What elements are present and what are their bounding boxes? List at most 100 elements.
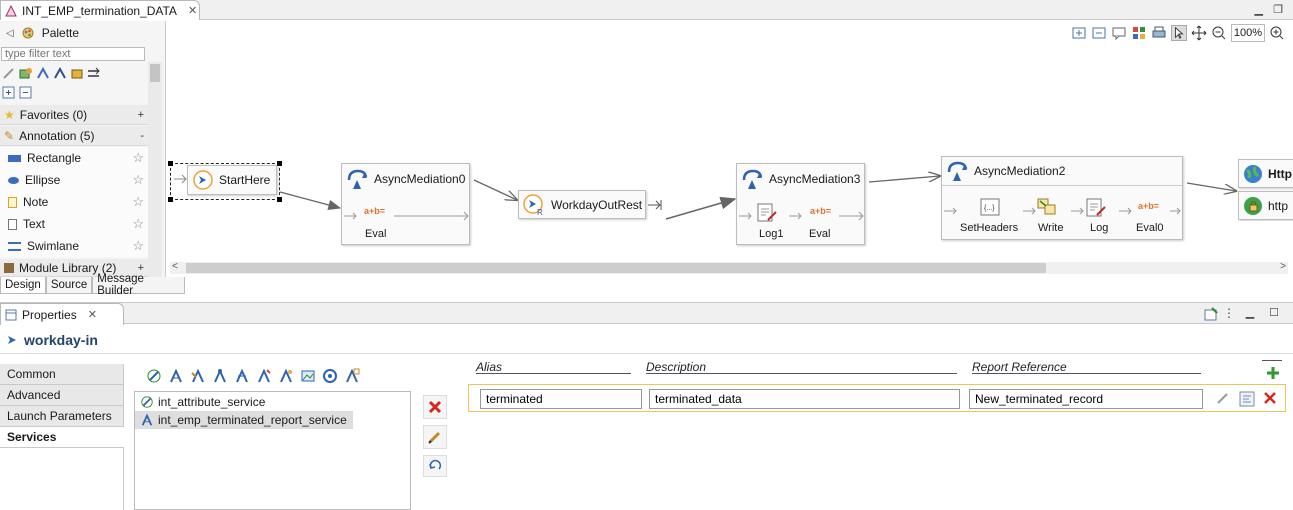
edit-service-button[interactable] [423,425,447,449]
report-service-icon[interactable] [168,368,184,384]
async-mediation-icon [347,169,368,189]
canvas-horizontal-scrollbar[interactable]: < > [170,261,1288,274]
list-item[interactable]: int_emp_terminated_report_service [135,411,353,429]
scroll-right-icon[interactable]: > [1280,261,1286,272]
connection-line[interactable] [473,179,517,200]
workday-in-icon [8,335,16,344]
delete-icon [428,400,442,414]
node-label: Http [1268,166,1292,181]
sequence-service-icon[interactable] [212,368,228,384]
node-start-here[interactable]: StartHere [187,165,277,195]
column-header-report-reference: Report Reference [972,360,1201,374]
refresh-service-button[interactable] [423,455,447,477]
pin-view-icon[interactable] [1203,306,1219,322]
minimize-icon[interactable]: ▁ [1243,306,1257,320]
node-workday-out-rest[interactable]: R WorkdayOutRest [518,190,646,219]
step-flow-line [344,211,469,221]
workday-out-icon: R [523,193,543,216]
tab-launch-parameters[interactable]: Launch Parameters [0,406,124,427]
step-label: SetHeaders [960,222,1019,234]
node-async-mediation-3[interactable]: AsyncMediation3 a+b= Log1 Eval [736,163,865,245]
step-label: Eval [809,228,831,240]
document-service-icon[interactable] [278,368,294,384]
properties-icon [5,309,17,320]
write-icon [1037,198,1056,215]
properties-tab-bar: Properties ✕ ⋮ ▁ ☐ [0,302,1293,325]
delete-row-icon[interactable] [1263,391,1277,405]
tab-common[interactable]: Common [0,364,124,385]
event-service-icon[interactable] [256,368,272,384]
set-headers-icon: {...} [980,198,1000,216]
component-title: workday-in [24,331,98,348]
column-header-alias: Alias [476,360,631,374]
pencil-icon [428,431,441,444]
list-item[interactable]: int_attribute_service [135,393,410,411]
node-label: AsyncMediation2 [974,164,1066,178]
node-label: WorkdayOutRest [551,197,643,212]
outbound-arrow-icon [648,200,662,210]
add-row-icon[interactable] [1266,366,1280,380]
view-menu-icon[interactable]: ⋮ [1223,306,1235,320]
workday-in-icon [193,170,213,190]
properties-tab-title: Properties [22,307,77,322]
node-label: AsyncMediation3 [769,172,861,186]
connection-line[interactable] [665,196,737,220]
properties-header: workday-in [0,326,1293,354]
description-field[interactable] [649,389,960,409]
eval-icon: a+b= [1138,201,1160,211]
globe-icon [1244,164,1262,183]
services-toolbar [146,368,360,384]
async-mediation-icon [742,169,763,189]
report-service-icon [141,413,153,426]
step-label: Eval [365,228,387,240]
step-label: Write [1038,222,1064,234]
edit-row-icon[interactable] [1216,391,1230,405]
eval-icon: a+b= [364,206,386,216]
svg-text:R: R [537,208,543,216]
report-reference-field[interactable] [969,389,1203,409]
image-service-icon[interactable] [300,368,316,384]
tab-services[interactable]: Services [0,427,124,448]
service-name: int_attribute_service [158,395,266,409]
maximize-icon[interactable]: ☐ [1267,306,1281,320]
tab-advanced[interactable]: Advanced [0,385,124,406]
tab-filler [0,448,124,510]
retrieval-service-icon[interactable] [344,368,360,384]
step-label: Log1 [759,228,784,240]
connection-line[interactable] [279,191,342,211]
canvas-scroll-thumb[interactable] [186,263,1046,273]
remove-service-button[interactable] [423,395,447,419]
map-service-icon[interactable] [234,368,250,384]
step-label: Log [1090,222,1109,234]
integration-service-icon[interactable] [190,368,206,384]
column-header-description: Description [646,360,957,374]
attribute-service-icon [141,396,153,408]
properties-tab[interactable]: Properties ✕ [0,303,124,325]
secure-globe-icon [1244,196,1262,215]
alias-field[interactable] [480,389,642,409]
step-label: Eval0 [1136,222,1164,234]
node-http-secure[interactable]: http [1238,191,1293,220]
refresh-icon [429,459,442,470]
connection-line[interactable] [868,176,940,183]
connection-line[interactable] [1186,182,1236,191]
close-icon[interactable]: ✕ [88,308,97,321]
node-http-out[interactable]: Http [1238,159,1293,188]
node-http-group[interactable]: Http http [1238,159,1293,221]
node-label: http [1268,198,1289,213]
node-async-mediation-2[interactable]: AsyncMediation2 {...} a+b= SetHeaders Wr… [941,156,1183,240]
header-underline [1262,360,1282,361]
node-label: AsyncMediation0 [374,172,466,186]
scroll-left-icon[interactable]: < [172,261,178,272]
cloud-service-icon[interactable] [322,368,338,384]
log-icon [757,203,777,222]
log-icon [1086,198,1106,217]
services-list: int_attribute_service int_emp_terminated… [134,391,411,510]
async-mediation-icon [947,161,968,181]
node-async-mediation-0[interactable]: AsyncMediation0 a+b= Eval [341,163,470,245]
properties-section-tabs: Common Advanced Launch Parameters Servic… [0,364,124,510]
svg-text:{...}: {...} [984,205,995,212]
browse-report-icon[interactable] [1239,391,1255,407]
attribute-service-icon[interactable] [146,368,162,384]
eval-icon: a+b= [810,206,832,216]
